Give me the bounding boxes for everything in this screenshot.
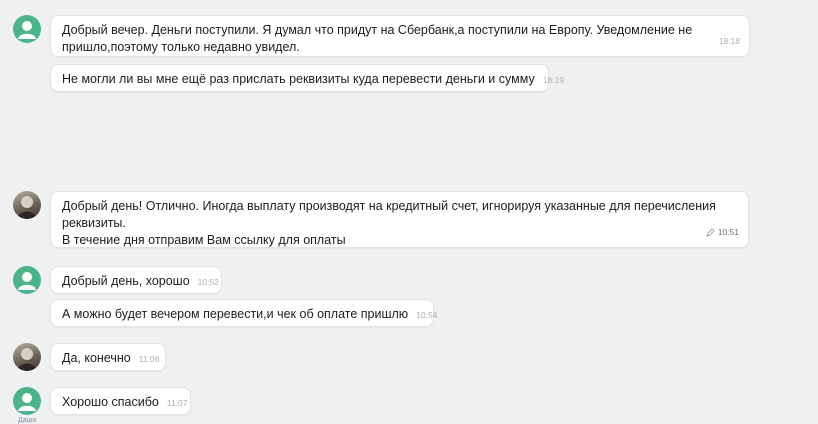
message-time: 10:51	[717, 227, 739, 237]
message-time: 10:54	[416, 310, 438, 320]
message-time: 11:07	[166, 398, 188, 408]
message-text: Добрый вечер. Деньги поступили. Я думал …	[62, 23, 693, 54]
message-bubble[interactable]: Не могли ли вы мне ещё раз прислать рекв…	[50, 64, 564, 92]
user-avatar-icon[interactable]	[13, 266, 41, 294]
message-time: 18:19	[542, 75, 564, 85]
message-text: Не могли ли вы мне ещё раз прислать рекв…	[62, 72, 535, 86]
message-bubble[interactable]: Да, конечно 11:06	[50, 343, 166, 371]
contact-avatar[interactable]	[13, 343, 41, 371]
message-text: Добрый день, хорошо	[62, 274, 190, 288]
message-time: 11:06	[138, 354, 160, 364]
message-bubble[interactable]: А можно будет вечером перевести,и чек об…	[50, 299, 438, 327]
user-avatar-icon[interactable]	[13, 387, 41, 415]
message-bubble[interactable]: Хорошо спасибо 11:07	[50, 387, 191, 415]
message-meta: 10:51	[705, 224, 739, 241]
message-time: 10:52	[197, 277, 219, 287]
message-time: 18:18	[718, 36, 740, 46]
message-text: Добрый день! Отлично. Иногда выплату про…	[62, 199, 716, 247]
contact-avatar[interactable]	[13, 191, 41, 219]
message-bubble[interactable]: Добрый день! Отлично. Иногда выплату про…	[50, 191, 749, 248]
chat-history: Добрый вечер. Деньги поступили. Я думал …	[0, 0, 818, 424]
message-text: Хорошо спасибо	[62, 395, 159, 409]
message-bubble[interactable]: Добрый день, хорошо 10:52	[50, 266, 222, 294]
pencil-icon	[705, 228, 715, 237]
message-text: Да, конечно	[62, 351, 131, 365]
message-text: А можно будет вечером перевести,и чек об…	[62, 307, 409, 321]
message-bubble[interactable]: Добрый вечер. Деньги поступили. Я думал …	[50, 15, 750, 57]
user-avatar-icon[interactable]	[13, 15, 41, 43]
